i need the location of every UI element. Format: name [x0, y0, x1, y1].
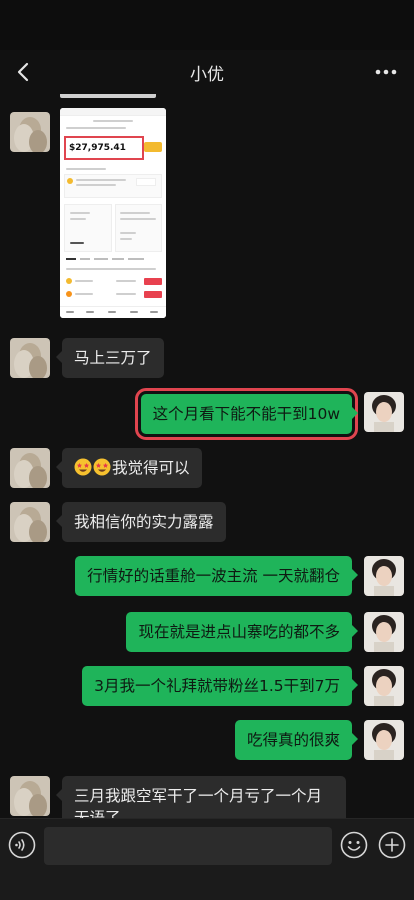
more-dots-icon[interactable]: [370, 56, 402, 88]
self-avatar[interactable]: [364, 720, 404, 760]
message-bubble[interactable]: 这个月看下能不能干到10w: [134, 388, 359, 440]
message-bubble[interactable]: 吃得真的很爽: [234, 720, 359, 760]
message-bubble[interactable]: 马上三万了: [56, 338, 164, 378]
self-avatar[interactable]: [364, 556, 404, 596]
chat-header: 小优: [0, 50, 414, 94]
chat-title: 小优: [190, 65, 224, 85]
input-bar: [0, 818, 414, 900]
message-text: 我觉得可以: [112, 459, 190, 477]
screenshot-bottom-nav: [60, 306, 166, 318]
star-struck-emoji-icon: [74, 458, 92, 476]
message-bubble[interactable]: 我觉得可以: [56, 448, 202, 488]
balance-highlight-box: $27,975.41: [64, 136, 144, 160]
avatar[interactable]: [10, 502, 50, 542]
screenshot-status-bar: [60, 108, 166, 116]
message-bubble[interactable]: 3月我一个礼拜就带粉丝1.5干到7万: [82, 666, 358, 706]
previous-message-edge: [60, 94, 156, 98]
message-bubble[interactable]: 我相信你的实力露露: [56, 502, 226, 542]
message-input[interactable]: [44, 827, 332, 865]
avatar[interactable]: [10, 112, 50, 152]
plus-icon[interactable]: [378, 831, 406, 859]
screenshot-image-message[interactable]: $27,975.41: [60, 108, 166, 318]
status-bar: [0, 0, 414, 50]
message-bubble[interactable]: 现在就是进点山寨吃的都不多: [126, 612, 358, 652]
avatar[interactable]: [10, 338, 50, 378]
screenshot-yellow-button: [144, 142, 162, 152]
avatar[interactable]: [10, 776, 50, 816]
star-struck-emoji-icon: [93, 458, 111, 476]
voice-icon[interactable]: [8, 831, 36, 859]
self-avatar[interactable]: [364, 392, 404, 432]
self-avatar[interactable]: [364, 666, 404, 706]
message-bubble[interactable]: 行情好的话重舱一波主流 一天就翻仓: [75, 556, 358, 596]
emoji-icon[interactable]: [340, 831, 368, 859]
message-list[interactable]: $27,975.41 马上三万了 这个月看下能不能干到10w 我觉得可以 我相信…: [0, 94, 414, 818]
avatar[interactable]: [10, 448, 50, 488]
balance-amount: $27,975.41: [69, 143, 126, 153]
self-avatar[interactable]: [364, 612, 404, 652]
message-bubble[interactable]: 三月我跟空军干了一个月亏了一个月无语了: [56, 776, 346, 818]
